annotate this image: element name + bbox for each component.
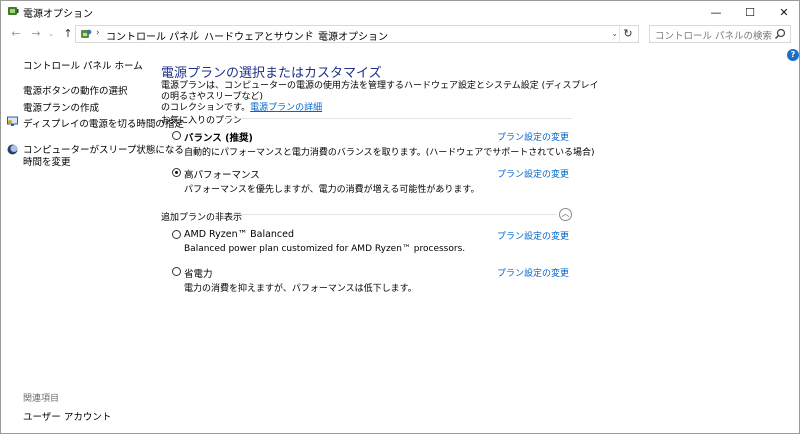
plan-desc-power-saver: 電力の消費を抑えますが、パフォーマンスは低下します。 [184, 284, 417, 294]
minimize-button[interactable]: — [699, 1, 733, 23]
change-plan-settings-high-performance[interactable]: プラン設定の変更 [497, 167, 569, 180]
power-options-icon [8, 7, 19, 15]
plan-name-amd-balanced[interactable]: AMD Ryzen™ Balanced [184, 229, 294, 240]
power-plan-details-link[interactable]: 電源プランの詳細 [250, 103, 322, 113]
breadcrumb-power-options[interactable]: 電源オプション [318, 28, 388, 43]
display-settings-icon [7, 116, 18, 126]
window-frame: 電源オプション — ☐ ✕ ← → ⌄ ↑ › コントロール パネル › ハード… [0, 0, 800, 434]
search-box[interactable]: コントロール パネルの検索 [649, 25, 791, 43]
sidebar-item-create-plan[interactable]: 電源プランの作成 [23, 100, 99, 114]
plan-desc-high-performance: パフォーマンスを優先しますが、電力の消費が増える可能性があります。 [184, 185, 480, 195]
plan-desc-balanced: 自動的にパフォーマンスと電力消費のバランスを取ります。(ハードウェアでサポートさ… [184, 148, 595, 158]
search-icon [775, 28, 786, 39]
change-plan-settings-power-saver[interactable]: プラン設定の変更 [497, 266, 569, 279]
plan-name-high-performance[interactable]: 高パフォーマンス [184, 167, 260, 181]
title-bar: 電源オプション — ☐ ✕ [1, 1, 799, 23]
up-arrow-icon[interactable]: ↑ [61, 27, 75, 41]
breadcrumb-hardware-sound[interactable]: ハードウェアとサウンド [204, 28, 314, 43]
page-description: 電源プランは、コンピューターの電源の使用方法を管理するハードウェア設定とシステム… [161, 81, 601, 114]
maximize-button[interactable]: ☐ [733, 1, 767, 23]
collapse-chevron-icon[interactable]: ︿ [559, 208, 572, 221]
radio-high-performance[interactable] [172, 168, 181, 177]
change-plan-settings-balanced[interactable]: プラン設定の変更 [497, 130, 569, 143]
address-dropdown-icon[interactable]: ⌄ [611, 29, 618, 38]
control-panel-icon [81, 29, 92, 38]
breadcrumb-separator-icon: › [308, 28, 312, 38]
plan-name-balanced[interactable]: バランス (推奨) [184, 130, 253, 144]
hidden-plans-heading: 追加プランの非表示 [161, 213, 243, 223]
radio-balanced[interactable] [172, 131, 181, 140]
sidebar-item-display-off[interactable]: ディスプレイの電源を切る時間の指定 [23, 116, 184, 130]
description-line-1: 電源プランは、コンピューターの電源の使用方法を管理するハードウェア設定とシステム… [161, 81, 599, 102]
breadcrumb-separator-icon: › [96, 28, 100, 38]
plan-desc-amd-balanced: Balanced power plan customized for AMD R… [184, 244, 466, 254]
help-icon[interactable]: ? [787, 49, 799, 61]
navigation-bar: ← → ⌄ ↑ › コントロール パネル › ハードウェアとサウンド › 電源オ… [1, 23, 799, 47]
sleep-moon-icon [7, 144, 18, 155]
search-input[interactable]: コントロール パネルの検索 [655, 28, 772, 42]
forward-arrow-icon[interactable]: → [29, 27, 43, 41]
recent-locations-chevron-icon[interactable]: ⌄ [47, 27, 55, 41]
breadcrumb-separator-icon: › [194, 28, 198, 38]
page-title: 電源プランの選択またはカスタマイズ [161, 66, 382, 81]
sidebar: コントロール パネル ホーム 電源ボタンの動作の選択 電源プランの作成 ディスプ… [1, 47, 184, 435]
sidebar-related-user-accounts[interactable]: ユーザー アカウント [23, 409, 111, 423]
related-heading: 関連項目 [23, 394, 60, 404]
breadcrumb-control-panel[interactable]: コントロール パネル [106, 28, 199, 43]
refresh-icon[interactable]: ↻ [619, 26, 636, 42]
favorites-divider [226, 118, 572, 119]
window-title: 電源オプション [23, 9, 93, 20]
sidebar-control-panel-home[interactable]: コントロール パネル ホーム [23, 58, 143, 72]
description-text: のコレクションです。 [161, 103, 251, 113]
close-button[interactable]: ✕ [767, 1, 800, 23]
favorites-heading: お気に入りのプラン [161, 116, 243, 126]
back-arrow-icon[interactable]: ← [9, 27, 23, 41]
radio-amd-balanced[interactable] [172, 230, 181, 239]
plan-name-power-saver[interactable]: 省電力 [184, 266, 213, 280]
radio-power-saver[interactable] [172, 267, 181, 276]
sidebar-item-sleep-line2[interactable]: 時間を変更 [23, 154, 71, 168]
hidden-plans-divider [233, 214, 557, 215]
address-bar[interactable]: › コントロール パネル › ハードウェアとサウンド › 電源オプション ⌄ ↻ [75, 25, 639, 43]
change-plan-settings-amd[interactable]: プラン設定の変更 [497, 229, 569, 242]
sidebar-item-power-button[interactable]: 電源ボタンの動作の選択 [23, 83, 128, 97]
